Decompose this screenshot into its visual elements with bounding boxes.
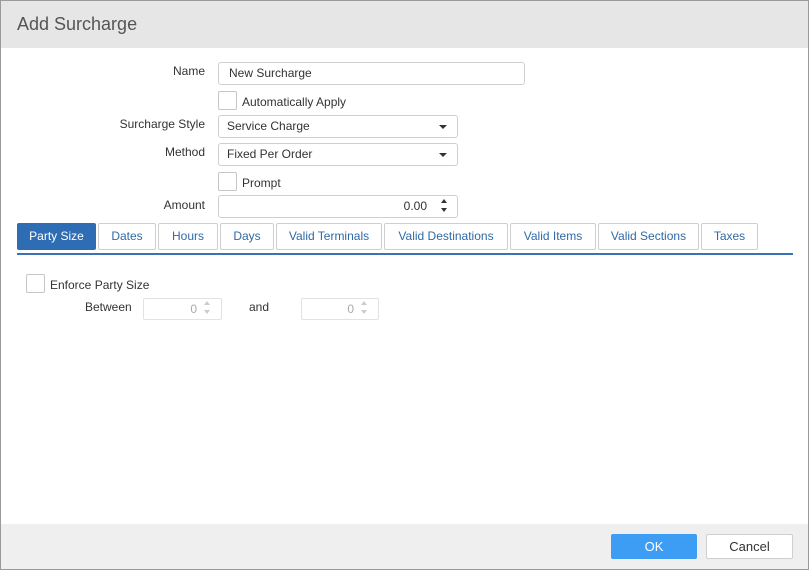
amount-value: 0.00 [403, 199, 427, 213]
name-input[interactable]: New Surcharge [218, 62, 525, 85]
method-label: Method [164, 145, 205, 159]
tab-valid-items[interactable]: Valid Items [510, 223, 596, 250]
chevron-down-icon [439, 125, 447, 129]
dialog-titlebar: Add Surcharge [1, 1, 808, 48]
prompt-checkbox[interactable] [218, 172, 237, 191]
add-surcharge-dialog: Add Surcharge Name New Surcharge Automat… [0, 0, 809, 570]
tab-taxes[interactable]: Taxes [701, 223, 758, 250]
enforce-party-size-checkbox[interactable] [26, 274, 45, 293]
spin-down-icon[interactable] [361, 310, 367, 314]
tab-valid-terminals[interactable]: Valid Terminals [276, 223, 382, 250]
spin-up-icon[interactable] [204, 301, 210, 305]
name-input-value: New Surcharge [229, 66, 312, 80]
tab-party-size[interactable]: Party Size [17, 223, 96, 250]
tab-hours[interactable]: Hours [158, 223, 218, 250]
enforce-party-size-label: Enforce Party Size [50, 278, 150, 292]
between-min-value: 0 [190, 302, 197, 316]
amount-input[interactable]: 0.00 [218, 195, 458, 218]
amount-label: Amount [163, 198, 205, 212]
dialog-footer: OK Cancel [1, 524, 808, 569]
prompt-label: Prompt [242, 176, 281, 190]
between-label: Between [85, 300, 132, 314]
spin-down-icon[interactable] [441, 208, 447, 212]
tab-underline [17, 253, 793, 255]
tab-dates[interactable]: Dates [98, 223, 156, 250]
tab-days[interactable]: Days [220, 223, 274, 250]
tab-valid-destinations[interactable]: Valid Destinations [384, 223, 508, 250]
cancel-button[interactable]: Cancel [706, 534, 793, 559]
between-max-value: 0 [347, 302, 354, 316]
method-select[interactable]: Fixed Per Order [218, 143, 458, 166]
dialog-title: Add Surcharge [17, 14, 138, 34]
surcharge-style-select[interactable]: Service Charge [218, 115, 458, 138]
spin-down-icon[interactable] [204, 310, 210, 314]
auto-apply-label: Automatically Apply [242, 95, 347, 109]
between-max-input[interactable]: 0 [301, 298, 379, 320]
auto-apply-checkbox[interactable] [218, 91, 237, 110]
method-value: Fixed Per Order [227, 147, 313, 161]
ok-button[interactable]: OK [611, 534, 697, 559]
between-min-input[interactable]: 0 [143, 298, 222, 320]
surcharge-style-value: Service Charge [227, 119, 310, 133]
and-label: and [249, 300, 270, 314]
chevron-down-icon [439, 153, 447, 157]
spin-up-icon[interactable] [361, 301, 367, 305]
spin-up-icon[interactable] [441, 199, 447, 203]
name-label: Name [172, 64, 205, 78]
tab-valid-sections[interactable]: Valid Sections [598, 223, 699, 250]
surcharge-style-label: Surcharge Style [119, 117, 205, 131]
